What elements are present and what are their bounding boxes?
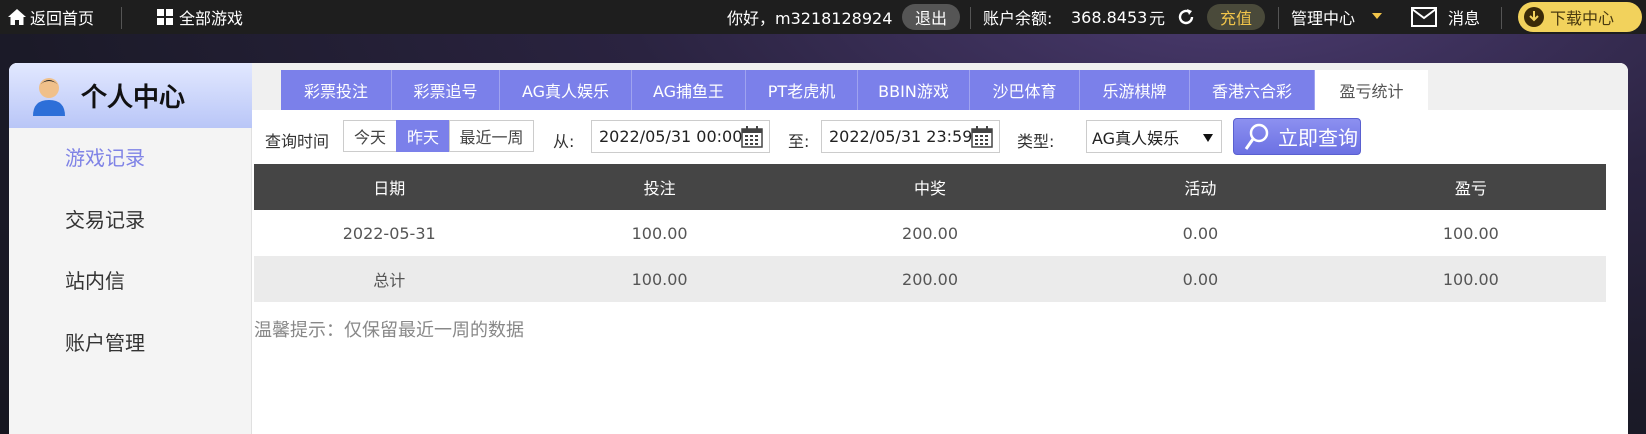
download-icon	[1524, 7, 1544, 27]
filter-bar: 查询时间 今天 昨天 最近一周 从: 2022/05/31 00:00 至: 2…	[255, 118, 1605, 156]
tab-lottery-chase[interactable]: 彩票追号	[392, 70, 500, 110]
manage-center-menu[interactable]: 管理中心	[1291, 0, 1355, 34]
divider	[1501, 7, 1502, 29]
sidebar-item-account-management[interactable]: 账户管理	[65, 327, 145, 356]
divider	[1278, 7, 1279, 29]
tab-pt-slots[interactable]: PT老虎机	[746, 70, 858, 110]
cell-date: 总计	[373, 271, 406, 290]
refresh-icon[interactable]	[1176, 7, 1196, 31]
calendar-icon[interactable]	[971, 126, 993, 148]
recharge-button[interactable]: 充值	[1207, 4, 1265, 30]
download-label: 下载中心	[1550, 9, 1615, 28]
last-week-button[interactable]: 最近一周	[449, 120, 534, 152]
query-button-label: 立即查询	[1278, 126, 1358, 150]
from-date-input[interactable]: 2022/05/31 00:00	[591, 120, 770, 153]
header-win: 中奖	[914, 179, 947, 198]
from-label: 从:	[553, 132, 575, 151]
tab-lottery-bet[interactable]: 彩票投注	[281, 70, 392, 110]
table-row-total: 总计 100.00 200.00 0.00 100.00	[254, 256, 1606, 302]
user-icon	[33, 77, 65, 116]
tip-text: 温馨提示：仅保留最近一周的数据	[254, 320, 524, 341]
greeting-text: 你好，m3218128924	[727, 9, 893, 28]
home-label: 返回首页	[30, 9, 95, 28]
cell-bet: 100.00	[631, 269, 688, 289]
from-date-value: 2022/05/31 00:00	[599, 127, 743, 146]
query-time-label: 查询时间	[265, 132, 330, 151]
tab-hk-mark-six[interactable]: 香港六合彩	[1190, 70, 1315, 110]
sidebar-item-game-records[interactable]: 游戏记录	[65, 142, 145, 171]
to-label: 至:	[788, 132, 810, 151]
cell-profit: 100.00	[1442, 223, 1499, 243]
yesterday-button[interactable]: 昨天	[396, 120, 450, 152]
cell-activity: 0.00	[1182, 223, 1219, 243]
header-bet: 投注	[643, 179, 676, 198]
caret-down-icon[interactable]	[1372, 13, 1382, 19]
tab-bar: 彩票投注 彩票追号 AG真人娱乐 AG捕鱼王 PT老虎机 BBIN游戏 沙巴体育…	[252, 63, 1628, 110]
header-date: 日期	[373, 179, 406, 198]
to-date-input[interactable]: 2022/05/31 23:59	[821, 120, 1000, 153]
table-row: 2022-05-31 100.00 200.00 0.00 100.00	[254, 210, 1606, 256]
grid-icon	[157, 9, 173, 25]
sidebar-item-transaction-records[interactable]: 交易记录	[65, 204, 145, 233]
divider	[970, 7, 971, 29]
logout-button[interactable]: 退出	[902, 4, 960, 30]
table-header: 日期 投注 中奖 活动 盈亏	[254, 164, 1606, 210]
home-link[interactable]: 返回首页	[8, 0, 94, 34]
sidebar-header: 个人中心	[9, 63, 252, 128]
type-select[interactable]: AG真人娱乐	[1086, 120, 1222, 153]
divider	[121, 7, 122, 29]
header-activity: 活动	[1184, 179, 1217, 198]
sidebar-item-inbox[interactable]: 站内信	[65, 265, 125, 294]
sidebar: 个人中心 游戏记录 交易记录 站内信 账户管理	[9, 63, 252, 434]
dropdown-arrow-icon	[1203, 134, 1213, 142]
tab-saba-sports[interactable]: 沙巴体育	[970, 70, 1080, 110]
type-label: 类型:	[1017, 132, 1055, 151]
cell-date: 2022-05-31	[342, 223, 436, 243]
today-button[interactable]: 今天	[343, 120, 397, 152]
calendar-icon[interactable]	[741, 126, 763, 148]
profit-table: 日期 投注 中奖 活动 盈亏 2022-05-31 100.00 200.00 …	[254, 164, 1606, 302]
all-games-label: 全部游戏	[179, 9, 244, 28]
download-center-button[interactable]: 下载中心	[1518, 2, 1642, 32]
header-profit: 盈亏	[1454, 179, 1487, 198]
balance-label: 账户余额:	[983, 9, 1053, 28]
tab-ag-live[interactable]: AG真人娱乐	[500, 70, 632, 110]
sidebar-title: 个人中心	[81, 83, 186, 113]
tab-bbin[interactable]: BBIN游戏	[858, 70, 970, 110]
cell-win: 200.00	[902, 269, 958, 289]
balance-value: 368.8453	[1071, 7, 1148, 27]
to-date-value: 2022/05/31 23:59	[829, 127, 973, 146]
cell-profit: 100.00	[1442, 269, 1499, 289]
balance-unit: 元	[1149, 9, 1166, 28]
tab-ag-fishing[interactable]: AG捕鱼王	[632, 70, 746, 110]
search-icon	[1244, 123, 1269, 150]
query-button[interactable]: 立即查询	[1233, 118, 1361, 155]
cell-activity: 0.00	[1182, 269, 1219, 289]
messages-link[interactable]: 消息	[1448, 0, 1480, 34]
cell-bet: 100.00	[631, 223, 688, 243]
type-select-value: AG真人娱乐	[1092, 128, 1180, 148]
tab-leyou-chess[interactable]: 乐游棋牌	[1080, 70, 1190, 110]
top-bar: 返回首页 全部游戏 你好，m3218128924 退出 账户余额: 368.84…	[0, 0, 1646, 34]
all-games-link[interactable]: 全部游戏	[157, 0, 243, 34]
home-icon	[8, 9, 26, 25]
cell-win: 200.00	[902, 223, 958, 243]
tab-profit-stats[interactable]: 盈亏统计	[1315, 70, 1428, 110]
mail-icon[interactable]	[1411, 7, 1437, 31]
